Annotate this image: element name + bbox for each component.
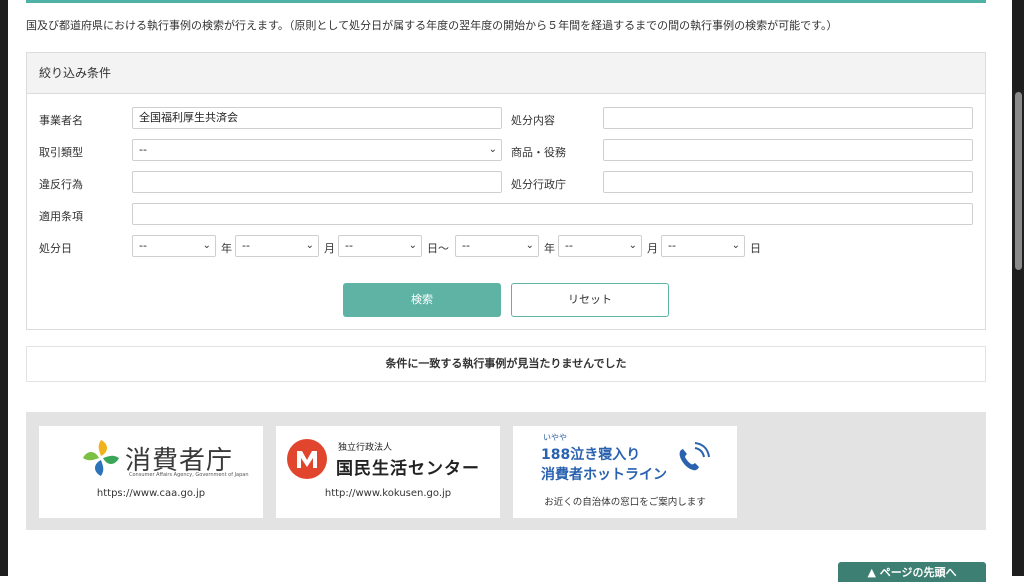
to-year-value: -- (462, 239, 470, 252)
to-day-unit: 日 (750, 242, 761, 255)
violation-label: 違反行為 (39, 178, 83, 191)
chevron-down-icon: ⌄ (488, 144, 497, 155)
kokusen-logo-icon (287, 439, 327, 479)
caa-subtitle: Consumer Affairs Agency, Government of J… (129, 472, 249, 478)
product-service-label: 商品・役務 (511, 146, 566, 159)
from-month-value: -- (242, 239, 250, 252)
violation-input[interactable] (132, 171, 502, 193)
caa-banner[interactable]: 消費者庁 Consumer Affairs Agency, Government… (39, 426, 263, 518)
chevron-down-icon: ⌄ (202, 240, 211, 251)
hotline-description: お近くの自治体の窓口をご案内します (544, 497, 706, 508)
disposition-content-label: 処分内容 (511, 114, 555, 127)
intro-text: 国及び都道府県における執行事例の検索が行えます。（原則として処分日が属する年度の… (26, 19, 838, 32)
to-month-value: -- (565, 239, 573, 252)
to-year-select[interactable]: -- ⌄ (455, 235, 539, 257)
business-name-input[interactable]: 全国福利厚生共済会 (132, 107, 502, 129)
applicable-clause-input[interactable] (132, 203, 973, 225)
kokusen-banner[interactable]: 独立行政法人 国民生活センター http://www.kokusen.go.jp (276, 426, 500, 518)
chevron-down-icon: ⌄ (628, 240, 637, 251)
to-month-select[interactable]: -- ⌄ (558, 235, 642, 257)
header-divider (26, 0, 986, 3)
chevron-down-icon: ⌄ (525, 240, 534, 251)
hotline-line1: 188泣き寝入り (541, 447, 641, 463)
kokusen-org-type: 独立行政法人 (338, 443, 393, 453)
to-day-select[interactable]: -- ⌄ (661, 235, 745, 257)
to-year-unit: 年 (544, 242, 555, 255)
from-month-select[interactable]: -- ⌄ (235, 235, 319, 257)
transaction-type-select[interactable]: -- ⌄ (132, 139, 502, 161)
phone-icon (679, 442, 710, 471)
product-service-input[interactable] (603, 139, 973, 161)
transaction-type-value: -- (139, 143, 147, 156)
result-message: 条件に一致する執行事例が見当たりませんでした (26, 346, 986, 382)
caa-logo-icon (83, 440, 119, 476)
filter-panel-title: 絞り込み条件 (27, 53, 985, 94)
disposition-agency-label: 処分行政庁 (511, 178, 566, 191)
business-name-label: 事業者名 (39, 114, 83, 127)
date-range-separator: 日〜 (427, 242, 449, 255)
applicable-clause-label: 適用条項 (39, 210, 83, 223)
reset-button[interactable]: リセット (511, 283, 669, 317)
page-top-button[interactable]: ▲ ページの先頭へ (838, 562, 986, 582)
footer-banners: 消費者庁 Consumer Affairs Agency, Government… (26, 412, 986, 530)
chevron-down-icon: ⌄ (408, 240, 417, 251)
hotline-line2: 消費者ホットライン (541, 467, 667, 483)
to-day-value: -- (668, 239, 676, 252)
disposition-content-input[interactable] (603, 107, 973, 129)
kokusen-name: 国民生活センター (336, 459, 480, 479)
disposition-agency-input[interactable] (603, 171, 973, 193)
search-button[interactable]: 検索 (343, 283, 501, 317)
from-day-select[interactable]: -- ⌄ (338, 235, 422, 257)
transaction-type-label: 取引類型 (39, 146, 83, 159)
scrollbar[interactable] (1012, 0, 1024, 576)
window-edge-left (0, 0, 8, 576)
from-year-select[interactable]: -- ⌄ (132, 235, 216, 257)
hotline-ruby: いやや (543, 433, 567, 442)
from-year-unit: 年 (221, 242, 232, 255)
chevron-down-icon: ⌄ (731, 240, 740, 251)
to-month-unit: 月 (647, 242, 658, 255)
from-month-unit: 月 (324, 242, 335, 255)
kokusen-url: http://www.kokusen.go.jp (324, 488, 452, 499)
from-year-value: -- (139, 239, 147, 252)
filter-panel: 絞り込み条件 事業者名 全国福利厚生共済会 処分内容 取引類型 -- ⌄ 商品・… (26, 52, 986, 330)
chevron-down-icon: ⌄ (305, 240, 314, 251)
caa-url: https://www.caa.go.jp (96, 488, 206, 499)
disposition-date-label: 処分日 (39, 242, 72, 255)
scrollbar-thumb[interactable] (1015, 92, 1022, 270)
from-day-value: -- (345, 239, 353, 252)
hotline-banner[interactable]: いやや 188泣き寝入り 消費者ホットライン お近くの自治体の窓口をご案内します (513, 426, 737, 518)
